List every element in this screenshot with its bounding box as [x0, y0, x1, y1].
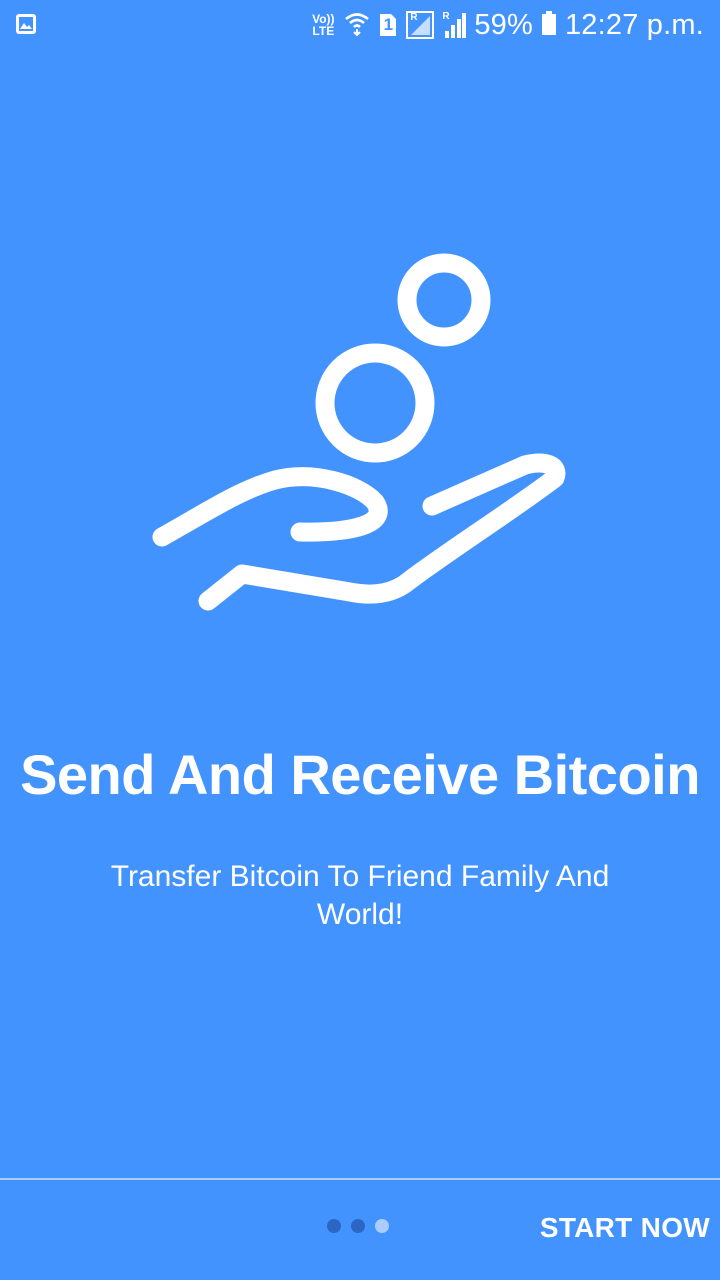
page-dot-3-active[interactable]: [375, 1219, 389, 1233]
wifi-icon: [344, 10, 370, 41]
battery-icon: [541, 10, 557, 41]
clock: 12:27 p.m.: [564, 8, 704, 41]
page-dot-2[interactable]: [351, 1219, 365, 1233]
volte-indicator: Vo)) LTE: [312, 12, 335, 38]
signal-icon: R: [442, 11, 467, 39]
page-indicator: [327, 1219, 389, 1233]
status-icons: Vo)) LTE 1 R R 59% 12:27 p.m.: [310, 6, 704, 44]
hand-with-coins-icon: [150, 250, 570, 620]
onboarding-title: Send And Receive Bitcoin: [20, 743, 700, 806]
roaming-signal-icon: R: [406, 11, 435, 39]
start-now-button[interactable]: START NOW: [540, 1212, 710, 1244]
bottom-divider: [0, 1178, 720, 1180]
onboarding-subtitle: Transfer Bitcoin To Friend Family And Wo…: [110, 860, 610, 931]
status-bar: Vo)) LTE 1 R R 59% 12:27 p.m.: [0, 0, 720, 50]
gallery-notification-icon: [14, 12, 38, 41]
page-dot-1[interactable]: [327, 1219, 341, 1233]
battery-percent: 59%: [474, 8, 533, 41]
sim-icon: 1: [378, 12, 398, 38]
